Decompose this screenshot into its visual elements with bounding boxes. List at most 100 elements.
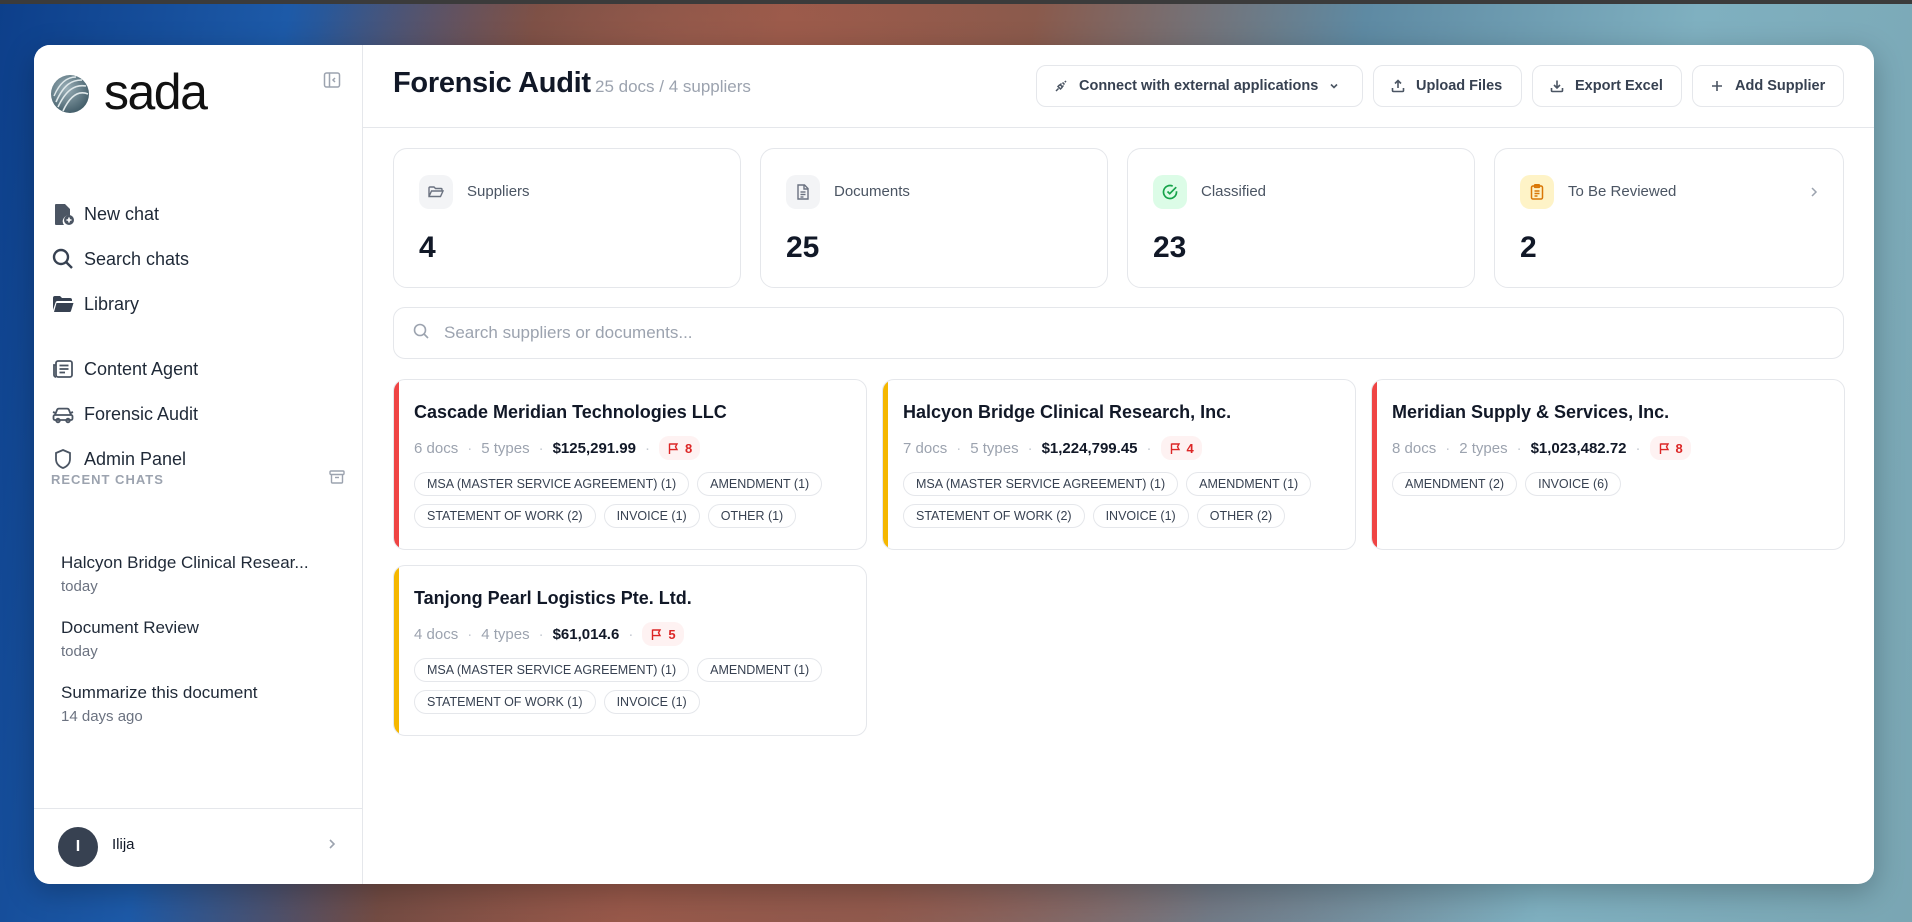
doc-count: 6 docs xyxy=(414,439,459,457)
chevron-right-icon xyxy=(1807,185,1821,199)
plus-icon xyxy=(1709,78,1725,94)
stat-card-documents[interactable]: Documents 25 xyxy=(760,148,1108,288)
nav-new-chat[interactable]: New chat xyxy=(50,199,159,229)
flag-icon xyxy=(1170,442,1180,454)
doc-type-tag[interactable]: MSA (MASTER SERVICE AGREEMENT) (1) xyxy=(903,472,1179,496)
stat-label: Suppliers xyxy=(467,183,530,200)
supplier-card[interactable]: Tanjong Pearl Logistics Pte. Ltd. 4 docs… xyxy=(393,565,867,736)
stat-value: 2 xyxy=(1520,231,1537,264)
supplier-accent-bar xyxy=(394,380,399,549)
upload-files-button[interactable]: Upload Files xyxy=(1373,65,1522,107)
supplier-meta: 7 docs · 5 types · $1,224,799.45 · 4 xyxy=(903,436,1202,460)
supplier-amount: $1,224,799.45 xyxy=(1041,439,1138,457)
doc-type-tag[interactable]: AMENDMENT (1) xyxy=(697,472,823,496)
recent-chats-label: RECENT CHATS xyxy=(51,472,164,487)
export-excel-button[interactable]: Export Excel xyxy=(1532,65,1682,107)
flag-icon xyxy=(1659,442,1669,454)
supplier-card[interactable]: Halcyon Bridge Clinical Research, Inc. 7… xyxy=(882,379,1356,550)
top-bar xyxy=(0,0,1912,4)
collapse-sidebar-button[interactable] xyxy=(320,68,344,92)
doc-type-tag[interactable]: INVOICE (1) xyxy=(1092,504,1189,528)
page-header: Forensic Audit 25 docs / 4 suppliers Con… xyxy=(363,45,1874,128)
stat-card-classified[interactable]: Classified 23 xyxy=(1127,148,1475,288)
supplier-search[interactable] xyxy=(393,307,1844,359)
sidebar: sada New chat Search chats Library Conte… xyxy=(34,45,363,884)
folder-open-icon xyxy=(419,175,453,209)
supplier-meta: 6 docs · 5 types · $125,291.99 · 8 xyxy=(414,436,701,460)
doc-type-tag[interactable]: INVOICE (1) xyxy=(603,690,700,714)
document-icon xyxy=(786,175,820,209)
chat-time: today xyxy=(61,643,98,660)
stat-label: Documents xyxy=(834,183,910,200)
logo-mark-icon xyxy=(51,75,89,113)
nav-label: Forensic Audit xyxy=(84,403,199,424)
flag-badge: 8 xyxy=(1649,436,1691,460)
logo-text: sada xyxy=(104,64,208,120)
connect-external-apps-button[interactable]: Connect with external applications xyxy=(1036,65,1363,107)
stat-value: 23 xyxy=(1153,231,1187,264)
search-input[interactable] xyxy=(444,323,1794,343)
download-icon xyxy=(1549,78,1565,94)
logo[interactable]: sada xyxy=(50,67,208,117)
doc-type-tag[interactable]: AMENDMENT (1) xyxy=(1186,472,1312,496)
archive-icon[interactable] xyxy=(328,468,346,491)
chat-time: today xyxy=(61,578,98,595)
nav-search-chats[interactable]: Search chats xyxy=(50,244,189,274)
add-supplier-button[interactable]: Add Supplier xyxy=(1692,65,1844,107)
supplier-card[interactable]: Cascade Meridian Technologies LLC 6 docs… xyxy=(393,379,867,550)
flag-icon xyxy=(652,628,662,640)
doc-type-tag[interactable]: STATEMENT OF WORK (2) xyxy=(903,504,1085,528)
supplier-amount: $1,023,482.72 xyxy=(1530,439,1627,457)
supplier-meta: 4 docs · 4 types · $61,014.6 · 5 xyxy=(414,622,684,646)
nav-label: Admin Panel xyxy=(84,448,187,469)
flag-badge: 5 xyxy=(642,622,684,646)
doc-type-tag[interactable]: AMENDMENT (2) xyxy=(1392,472,1518,496)
doc-type-tag[interactable]: OTHER (2) xyxy=(1196,504,1286,528)
doc-type-tag[interactable]: INVOICE (1) xyxy=(603,504,700,528)
doc-type-tag[interactable]: AMENDMENT (1) xyxy=(697,658,823,682)
user-menu[interactable]: I Ilija xyxy=(34,808,363,884)
chat-title: Halcyon Bridge Clinical Resear... xyxy=(61,553,309,572)
stat-card-suppliers[interactable]: Suppliers 4 xyxy=(393,148,741,288)
doc-type-tag[interactable]: OTHER (1) xyxy=(707,504,797,528)
connect-label: Connect with external applications xyxy=(1079,78,1319,94)
doc-type-tag[interactable]: INVOICE (6) xyxy=(1525,472,1622,496)
main-content: Forensic Audit 25 docs / 4 suppliers Con… xyxy=(363,45,1874,884)
doc-type-tags: MSA (MASTER SERVICE AGREEMENT) (1) AMEND… xyxy=(414,472,854,528)
search-icon xyxy=(50,246,76,272)
flag-badge: 8 xyxy=(659,436,701,460)
stat-value: 4 xyxy=(419,231,436,264)
supplier-name: Tanjong Pearl Logistics Pte. Ltd. xyxy=(414,588,692,608)
avatar: I xyxy=(58,826,98,867)
supplier-amount: $125,291.99 xyxy=(552,439,636,457)
doc-count: 8 docs xyxy=(1392,439,1437,457)
doc-type-tag[interactable]: MSA (MASTER SERVICE AGREEMENT) (1) xyxy=(414,472,690,496)
upload-icon xyxy=(1390,78,1406,94)
recent-chats-header: RECENT CHATS xyxy=(51,468,346,491)
recent-chat-item[interactable]: Summarize this document 14 days ago xyxy=(61,683,346,725)
nav-content-agent[interactable]: Content Agent xyxy=(50,354,198,384)
recent-chat-item[interactable]: Document Review today xyxy=(61,618,346,660)
nav-label: Search chats xyxy=(84,248,190,269)
type-count: 5 types xyxy=(481,439,530,457)
export-label: Export Excel xyxy=(1575,78,1663,94)
newspaper-icon xyxy=(50,356,76,382)
supplier-name: Meridian Supply & Services, Inc. xyxy=(1392,402,1670,422)
stat-label: To Be Reviewed xyxy=(1568,183,1677,200)
recent-chat-item[interactable]: Halcyon Bridge Clinical Resear... today xyxy=(61,553,346,595)
stat-value: 25 xyxy=(786,231,820,264)
flag-badge: 4 xyxy=(1160,436,1202,460)
upload-label: Upload Files xyxy=(1416,78,1503,94)
nav-forensic-audit[interactable]: Forensic Audit xyxy=(50,399,198,429)
flag-count: 5 xyxy=(668,626,676,642)
supplier-card[interactable]: Meridian Supply & Services, Inc. 8 docs … xyxy=(1371,379,1845,550)
stat-card-to-be-reviewed[interactable]: To Be Reviewed 2 xyxy=(1494,148,1844,288)
doc-type-tag[interactable]: STATEMENT OF WORK (2) xyxy=(414,504,596,528)
plug-icon xyxy=(1053,78,1069,94)
doc-type-tag[interactable]: MSA (MASTER SERVICE AGREEMENT) (1) xyxy=(414,658,690,682)
supplier-amount: $61,014.6 xyxy=(552,625,620,643)
supplier-accent-bar xyxy=(1372,380,1377,549)
nav-library[interactable]: Library xyxy=(50,289,139,319)
check-circle-icon xyxy=(1153,175,1187,209)
doc-type-tag[interactable]: STATEMENT OF WORK (1) xyxy=(414,690,596,714)
